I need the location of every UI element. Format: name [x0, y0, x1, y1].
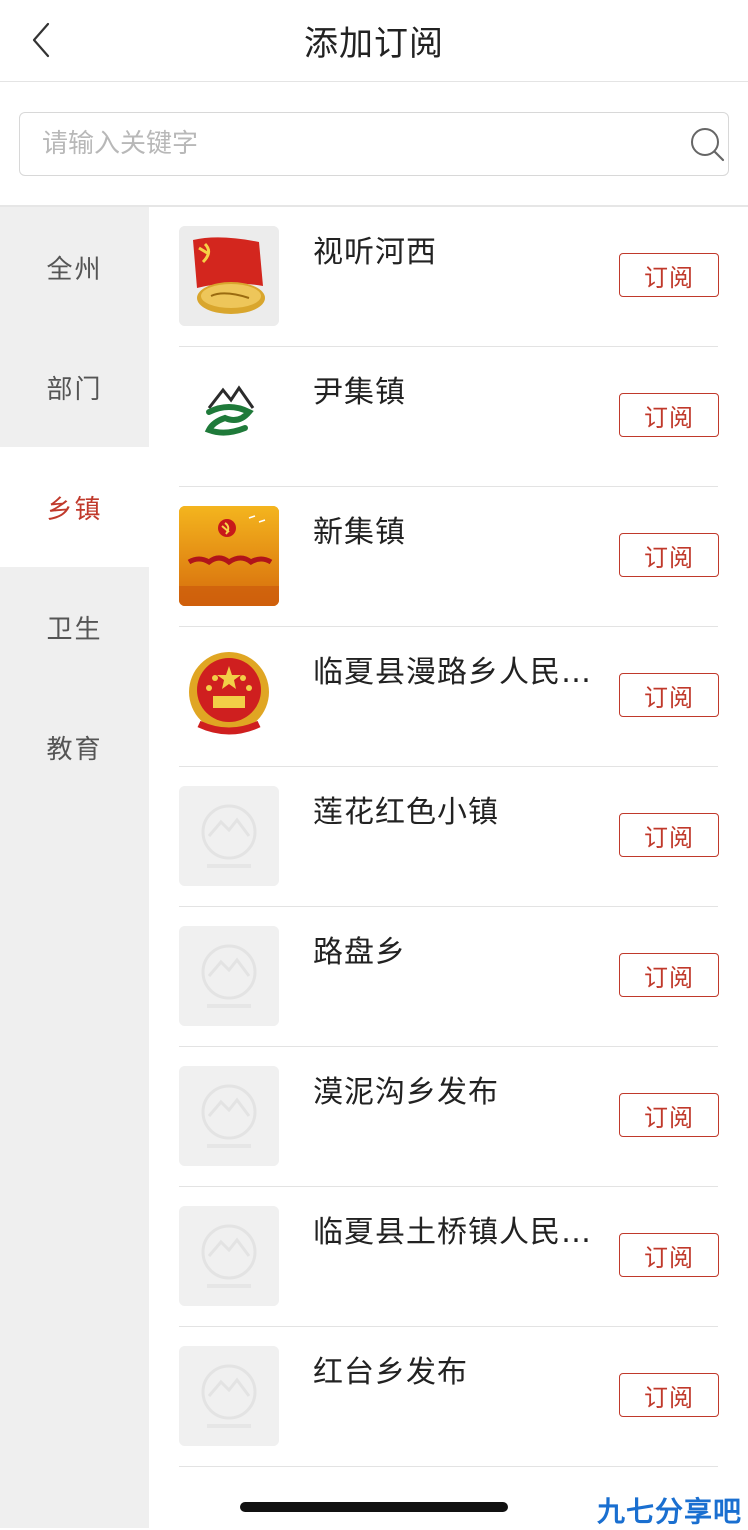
row-divider: [179, 1466, 718, 1467]
list-item[interactable]: 临夏县土桥镇人民… 订阅: [149, 1187, 748, 1327]
item-name: 临夏县土桥镇人民…: [313, 1215, 592, 1250]
subscribe-button[interactable]: 订阅: [619, 253, 719, 297]
placeholder-logo-icon: [179, 1206, 279, 1306]
item-name: 莲花红色小镇: [313, 795, 499, 830]
list-item[interactable]: 临夏县漫路乡人民… 订阅: [149, 627, 748, 767]
yinji-town-logo-icon: [179, 366, 279, 466]
item-name: 视听河西: [313, 235, 437, 270]
serve-the-people-icon: [179, 506, 279, 606]
subscribe-button[interactable]: 订阅: [619, 1233, 719, 1277]
subscribe-button[interactable]: 订阅: [619, 953, 719, 997]
party-flag-badge-icon: [179, 226, 279, 326]
subscribe-button[interactable]: 订阅: [619, 1093, 719, 1137]
placeholder-logo-icon: [179, 926, 279, 1026]
sidebar-item-jiaoyu[interactable]: 教育: [0, 687, 149, 807]
item-name: 尹集镇: [313, 375, 406, 410]
subscribe-button[interactable]: 订阅: [619, 1373, 719, 1417]
placeholder-logo-icon: [179, 1346, 279, 1446]
sidebar-item-bumen[interactable]: 部门: [0, 327, 149, 447]
list-item[interactable]: 漠泥沟乡发布 订阅: [149, 1047, 748, 1187]
placeholder-logo-icon: [179, 786, 279, 886]
subscribe-button[interactable]: 订阅: [619, 813, 719, 857]
category-sidebar: 全州 部门 乡镇 卫生 教育: [0, 207, 149, 1528]
item-name: 路盘乡: [313, 935, 406, 970]
list-item[interactable]: 视听河西 订阅: [149, 207, 748, 347]
item-name: 临夏县漫路乡人民…: [313, 655, 592, 690]
sidebar-item-weisheng[interactable]: 卫生: [0, 567, 149, 687]
subscription-list: 视听河西 订阅 尹集镇 订阅 新集镇 订阅 临夏县漫路乡人民… 订阅 莲花红色小…: [149, 207, 748, 1467]
watermark: 九七分享吧: [596, 1495, 742, 1528]
search-icon[interactable]: [688, 125, 726, 163]
placeholder-logo-icon: [179, 1066, 279, 1166]
list-item[interactable]: 红台乡发布 订阅: [149, 1327, 748, 1467]
subscribe-button[interactable]: 订阅: [619, 533, 719, 577]
sidebar-item-quanzhou[interactable]: 全州: [0, 207, 149, 327]
list-item[interactable]: 新集镇 订阅: [149, 487, 748, 627]
item-name: 漠泥沟乡发布: [313, 1075, 499, 1110]
national-emblem-icon: [179, 646, 279, 746]
home-indicator: [240, 1502, 508, 1512]
list-item[interactable]: 尹集镇 订阅: [149, 347, 748, 487]
subscribe-button[interactable]: 订阅: [619, 673, 719, 717]
sidebar-item-xiangzhen[interactable]: 乡镇: [0, 447, 149, 567]
subscribe-button[interactable]: 订阅: [619, 393, 719, 437]
header-bar: 添加订阅: [0, 0, 748, 82]
page-title: 添加订阅: [304, 24, 444, 64]
search-box[interactable]: [19, 112, 729, 176]
search-area: [0, 82, 748, 206]
item-name: 红台乡发布: [313, 1355, 468, 1390]
item-name: 新集镇: [313, 515, 406, 550]
search-input[interactable]: [42, 113, 682, 175]
list-item[interactable]: 莲花红色小镇 订阅: [149, 767, 748, 907]
list-item[interactable]: 路盘乡 订阅: [149, 907, 748, 1047]
